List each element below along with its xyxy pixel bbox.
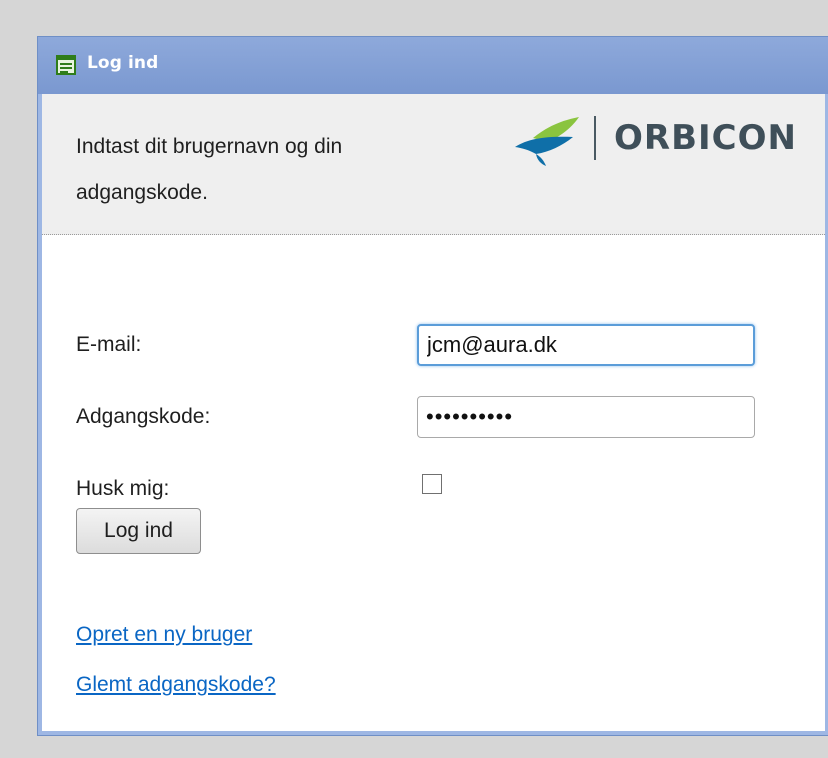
brand-divider	[594, 116, 596, 160]
forgot-password-link[interactable]: Glemt adgangskode?	[76, 673, 276, 697]
email-label: E-mail:	[76, 333, 142, 356]
dialog-title: Log ind	[87, 53, 159, 73]
create-user-link[interactable]: Opret en ny bruger	[76, 623, 252, 647]
login-dialog: Log ind Indtast dit brugernavn og din ad…	[37, 36, 828, 736]
orbicon-logo-icon	[515, 112, 583, 168]
login-header: Indtast dit brugernavn og din adgangskod…	[42, 94, 825, 235]
remember-me-label: Husk mig:	[76, 477, 170, 500]
email-field[interactable]	[417, 324, 755, 366]
password-label: Adgangskode:	[76, 405, 211, 428]
login-instructions: Indtast dit brugernavn og din adgangskod…	[76, 135, 343, 204]
dialog-content: Indtast dit brugernavn og din adgangskod…	[42, 94, 825, 731]
window-form-icon	[56, 55, 76, 75]
brand-name: ORBICON	[614, 118, 797, 158]
password-field[interactable]	[417, 396, 755, 438]
login-button[interactable]: Log ind	[76, 508, 201, 554]
remember-me-checkbox[interactable]	[422, 474, 442, 494]
dialog-title-bar: Log ind	[38, 37, 828, 94]
